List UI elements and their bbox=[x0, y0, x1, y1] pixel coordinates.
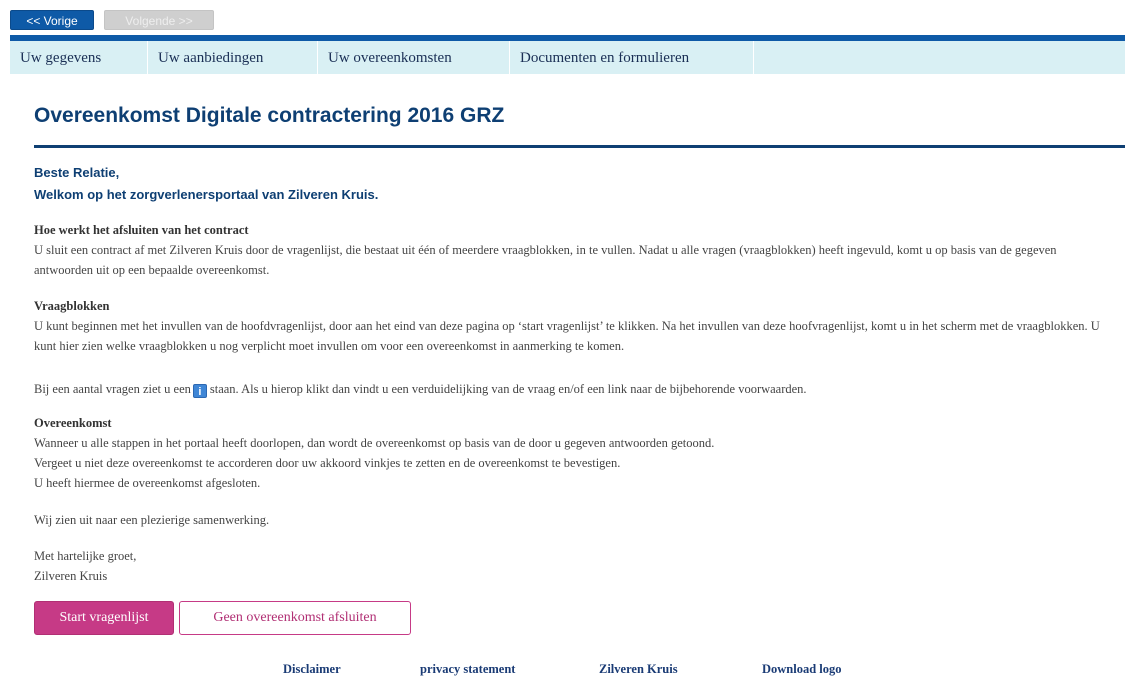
title-divider bbox=[34, 145, 1125, 148]
section-overeenkomst-line-3: U heeft hiermee de overeenkomst afgeslot… bbox=[34, 476, 261, 490]
closing-regards: Met hartelijke groet, Zilveren Kruis bbox=[34, 546, 1114, 586]
section-contract-heading: Hoe werkt het afsluiten van het contract bbox=[34, 223, 249, 237]
geen-overeenkomst-button[interactable]: Geen overeenkomst afsluiten bbox=[179, 601, 411, 635]
tab-documenten-en-formulieren[interactable]: Documenten en formulieren bbox=[510, 41, 754, 74]
main-tab-bar: Uw gegevens Uw aanbiedingen Uw overeenko… bbox=[10, 35, 1125, 74]
info-icon: i bbox=[192, 384, 207, 398]
section-vraagblokken: Vraagblokken U kunt beginnen met het inv… bbox=[34, 296, 1114, 356]
section-contract-text: U sluit een contract af met Zilveren Kru… bbox=[34, 243, 1057, 277]
footer-link-disclaimer[interactable]: Disclaimer bbox=[283, 662, 341, 677]
section-vraagblokken-text: U kunt beginnen met het invullen van de … bbox=[34, 319, 1100, 353]
info-text-before: Bij een aantal vragen ziet u een bbox=[34, 382, 191, 396]
footer-link-privacy-statement[interactable]: privacy statement bbox=[420, 662, 515, 677]
section-overeenkomst-heading: Overeenkomst bbox=[34, 416, 112, 430]
section-overeenkomst-line-2: Vergeet u niet deze overeenkomst te acco… bbox=[34, 456, 621, 470]
tab-uw-gegevens[interactable]: Uw gegevens bbox=[10, 41, 148, 74]
section-contract: Hoe werkt het afsluiten van het contract… bbox=[34, 220, 1114, 280]
footer-link-download-logo[interactable]: Download logo bbox=[762, 662, 842, 677]
start-vragenlijst-button[interactable]: Start vragenlijst bbox=[34, 601, 174, 635]
greeting-welcome: Welkom op het zorgverlenersportaal van Z… bbox=[34, 187, 379, 202]
tab-uw-aanbiedingen[interactable]: Uw aanbiedingen bbox=[148, 41, 318, 74]
info-text-after: staan. Als u hierop klikt dan vindt u ee… bbox=[209, 382, 807, 396]
tab-uw-overeenkomsten[interactable]: Uw overeenkomsten bbox=[318, 41, 510, 74]
greeting-salutation: Beste Relatie, bbox=[34, 165, 120, 180]
section-vraagblokken-heading: Vraagblokken bbox=[34, 299, 110, 313]
footer-link-zilveren-kruis[interactable]: Zilveren Kruis bbox=[599, 662, 678, 677]
info-paragraph: Bij een aantal vragen ziet u een i staan. … bbox=[34, 379, 1114, 399]
closing-regards-line: Met hartelijke groet, bbox=[34, 549, 137, 563]
previous-button[interactable]: << Vorige bbox=[10, 10, 94, 30]
closing-signature: Zilveren Kruis bbox=[34, 569, 108, 583]
page-title: Overeenkomst Digitale contractering 2016… bbox=[34, 104, 505, 127]
closing-text: Wij zien uit naar een plezierige samenwe… bbox=[34, 513, 270, 527]
next-button-disabled: Volgende >> bbox=[104, 10, 214, 30]
section-overeenkomst: Overeenkomst Wanneer u alle stappen in h… bbox=[34, 413, 1114, 493]
section-overeenkomst-line-1: Wanneer u alle stappen in het portaal he… bbox=[34, 436, 715, 450]
